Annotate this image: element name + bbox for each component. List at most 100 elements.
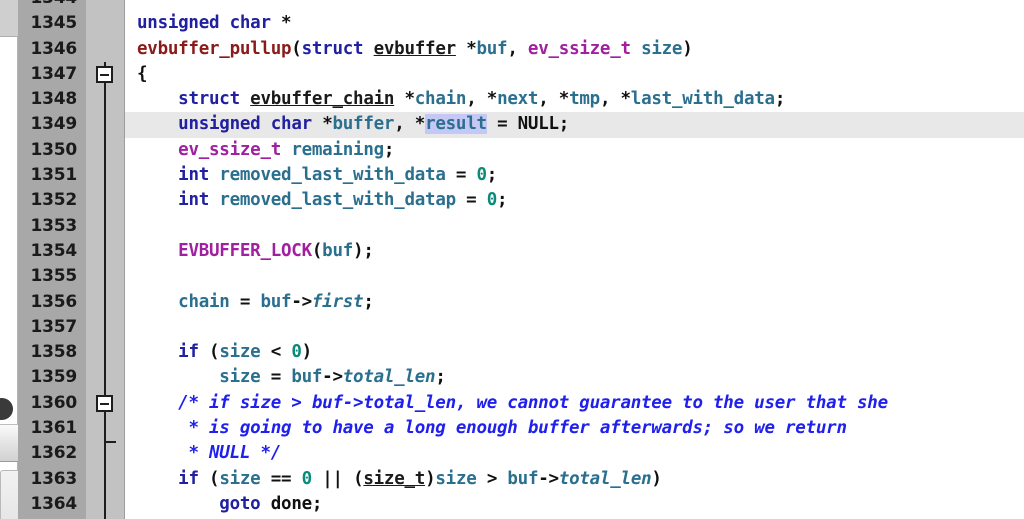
- line-number[interactable]: 1358: [18, 340, 86, 365]
- token-keyword: if: [178, 342, 199, 363]
- line-number[interactable]: 1360: [18, 391, 86, 416]
- fold-margin-row: [86, 163, 124, 189]
- code-line[interactable]: * NULL */: [125, 441, 1024, 466]
- line-number[interactable]: 1359: [18, 365, 86, 390]
- token-plain: ;: [774, 89, 786, 110]
- token-ident: buf: [322, 240, 354, 261]
- line-number[interactable]: 1349: [18, 112, 86, 137]
- token-ident: last_with_data: [630, 89, 775, 110]
- line-number[interactable]: 1345: [18, 11, 86, 36]
- code-text-area[interactable]: unsigned char * evbuffer_pullup(struct ev…: [125, 0, 1024, 519]
- line-number[interactable]: 1347: [18, 62, 86, 87]
- code-line[interactable]: if (size == 0 || (size_t)size > buf->tot…: [125, 467, 1024, 492]
- token-typedef: size_t: [363, 468, 426, 489]
- code-line[interactable]: EVBUFFER_LOCK(buf);: [125, 239, 1024, 264]
- token-number: 0: [291, 342, 302, 363]
- token-plain: ;: [435, 367, 446, 388]
- line-number-gutter[interactable]: 1344134513461347134813491350135113521353…: [18, 0, 86, 519]
- token-plain: {: [137, 63, 148, 84]
- code-line[interactable]: [125, 0, 1024, 11]
- line-number[interactable]: 1344: [18, 0, 86, 11]
- token-plain: >: [476, 468, 508, 489]
- fold-connector-line: [104, 264, 106, 290]
- token-plain: ;: [486, 165, 498, 186]
- scrollbar-thumb-knob[interactable]: [0, 398, 13, 420]
- left-panel-lower-section: [0, 470, 18, 519]
- token-plain: <: [260, 342, 292, 363]
- fold-margin-row: [86, 112, 124, 138]
- line-number[interactable]: 1362: [18, 441, 86, 466]
- token-keyword: int: [178, 190, 210, 211]
- code-line[interactable]: chain = buf->first;: [125, 290, 1024, 315]
- token-keyword: char: [270, 114, 312, 135]
- token-plain: =: [455, 190, 487, 211]
- line-number[interactable]: 1350: [18, 138, 86, 163]
- fold-margin-row: [86, 11, 124, 36]
- line-number[interactable]: 1346: [18, 37, 86, 62]
- token-keyword: int: [178, 165, 210, 186]
- line-number[interactable]: 1348: [18, 87, 86, 112]
- code-line[interactable]: size = buf->total_len;: [125, 365, 1024, 390]
- line-number[interactable]: 1355: [18, 264, 86, 289]
- token-plain: ,: [507, 38, 528, 59]
- fold-margin-row: [86, 289, 124, 315]
- line-number[interactable]: 1354: [18, 239, 86, 264]
- fold-collapse-icon[interactable]: [96, 394, 113, 412]
- fold-margin-row: [86, 87, 124, 113]
- token-plain: ->: [538, 468, 559, 489]
- code-line[interactable]: evbuffer_pullup(struct evbuffer *buf, ev…: [125, 37, 1024, 62]
- token-plain: , *: [466, 89, 498, 110]
- fold-margin-row: [86, 416, 124, 442]
- code-line[interactable]: struct evbuffer_chain *chain, *next, *tm…: [125, 87, 1024, 112]
- code-line-list: unsigned char * evbuffer_pullup(struct ev…: [125, 0, 1024, 519]
- token-member: total_len: [342, 367, 436, 388]
- token-plain: ): [301, 342, 313, 363]
- code-line[interactable]: if (size < 0): [125, 340, 1024, 365]
- code-line[interactable]: int removed_last_with_data = 0;: [125, 163, 1024, 188]
- code-line[interactable]: ev_ssize_t remaining;: [125, 138, 1024, 163]
- code-line[interactable]: /* if size > buf->total_len, we cannot g…: [125, 391, 1024, 416]
- token-number: 0: [476, 165, 487, 186]
- line-number[interactable]: 1363: [18, 467, 86, 492]
- left-panel-button[interactable]: [0, 424, 18, 462]
- code-line[interactable]: int removed_last_with_datap = 0;: [125, 188, 1024, 213]
- token-plain: (: [198, 468, 220, 489]
- code-line[interactable]: [125, 214, 1024, 239]
- line-number[interactable]: 1361: [18, 416, 86, 441]
- fold-connector-line: [104, 87, 106, 113]
- token-ident: size: [219, 367, 261, 388]
- code-line-current[interactable]: unsigned char *buffer, *result = NULL;: [125, 112, 1024, 138]
- token-comment: * is going to have a long enough buffer …: [188, 418, 847, 439]
- token-plain: ;: [558, 114, 570, 135]
- line-number[interactable]: 1351: [18, 163, 86, 188]
- line-number[interactable]: 1352: [18, 188, 86, 213]
- fold-margin-row: [86, 238, 124, 265]
- line-number[interactable]: 1364: [18, 492, 86, 517]
- code-line[interactable]: {: [125, 62, 1024, 87]
- code-line[interactable]: [125, 264, 1024, 289]
- code-line[interactable]: [125, 315, 1024, 340]
- token-plain: || (: [311, 468, 364, 489]
- code-line[interactable]: * is going to have a long enough buffer …: [125, 416, 1024, 441]
- fold-collapse-icon[interactable]: [96, 65, 113, 83]
- line-number[interactable]: 1357: [18, 315, 86, 340]
- fold-connector-line: [104, 491, 106, 518]
- token-plain: , *: [394, 114, 426, 135]
- code-line[interactable]: unsigned char *: [125, 11, 1024, 36]
- token-plain: ==: [260, 468, 302, 489]
- token-plain: ->: [322, 367, 343, 388]
- line-number[interactable]: 1356: [18, 290, 86, 315]
- code-line[interactable]: goto done;: [125, 492, 1024, 517]
- code-fold-margin[interactable]: [86, 0, 125, 519]
- line-number[interactable]: 1353: [18, 214, 86, 239]
